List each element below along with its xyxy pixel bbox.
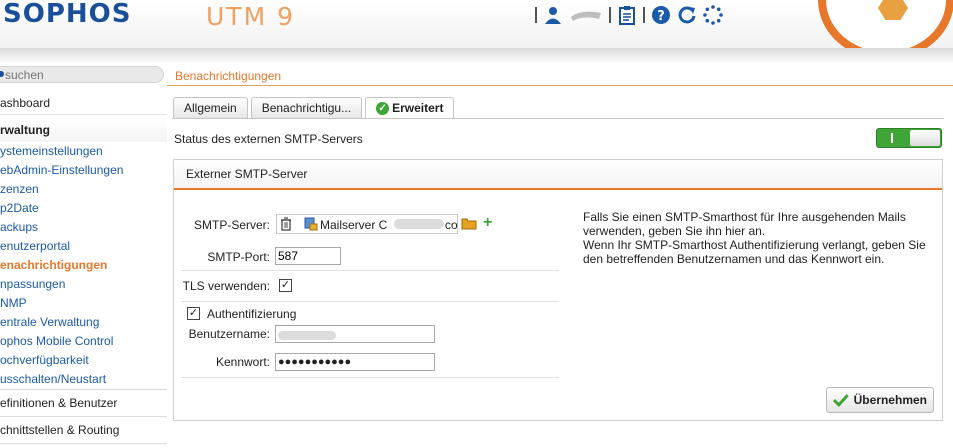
auth-checkbox[interactable]: ✓ <box>187 307 200 320</box>
trash-icon[interactable] <box>280 217 292 234</box>
sidebar-item-notifications[interactable]: enachrichtigungen <box>0 256 167 275</box>
password-label: Kennwort: <box>215 355 270 369</box>
form-divider <box>181 270 559 271</box>
help-text: Falls Sie einen SMTP-Smarthost für Ihre … <box>583 210 933 266</box>
redacted-host <box>394 219 444 229</box>
search-input[interactable] <box>5 68 145 82</box>
apply-button-label: Übernehmen <box>853 393 927 407</box>
app-header: SOPHOS UTM 9 ? <box>0 0 953 49</box>
tls-label: TLS verwenden: <box>182 279 270 293</box>
sophos-logo: SOPHOS <box>3 0 132 29</box>
header-shadow <box>0 48 953 62</box>
sidebar-item-licenses[interactable]: zenzen <box>0 180 167 199</box>
smtp-server-value: Mailserver C <box>320 218 388 232</box>
header-toolbar: ? <box>535 4 723 26</box>
smtp-server-suffix: co <box>445 218 458 232</box>
plus-icon[interactable]: + <box>483 215 492 231</box>
sidebar-item-user-portal[interactable]: enutzerportal <box>0 237 167 256</box>
help-line: verwenden, geben Sie ihn hier an. <box>583 224 766 238</box>
smtp-server-label: SMTP-Server: <box>193 218 270 232</box>
smtp-server-field[interactable]: Mailserver C co <box>276 214 458 234</box>
sidebar-item-up2date[interactable]: p2Date <box>0 199 167 218</box>
search-box <box>0 66 164 83</box>
form-divider <box>181 377 559 378</box>
host-icon <box>304 217 318 234</box>
reload-icon[interactable] <box>677 5 697 25</box>
sidebar-nav: ashboard rwaltung ystemeinstellungen ebA… <box>0 92 167 444</box>
sidebar-section-management[interactable]: rwaltung <box>0 118 167 142</box>
auth-label: Authentifizierung <box>207 307 297 321</box>
sidebar-item-mobile-control[interactable]: ophos Mobile Control <box>0 332 167 351</box>
toolbar-separator <box>535 7 537 23</box>
svg-text:?: ? <box>657 9 665 24</box>
toolbar-separator <box>643 7 645 23</box>
clipboard-icon[interactable] <box>617 5 637 25</box>
page-title: Benachrichtigungen <box>175 69 282 83</box>
username-label: Benutzername: <box>188 327 270 341</box>
tls-checkbox[interactable]: ✓ <box>279 279 292 292</box>
help-line: den betreffenden Benutzernamen und das K… <box>583 252 885 266</box>
password-value: ●●●●●●●●●●● <box>278 356 352 368</box>
sidebar-item-shutdown-restart[interactable]: usschalten/Neustart <box>0 370 167 389</box>
help-line: Wenn Ihr SMTP-Smarthost Authentifizierun… <box>583 238 926 252</box>
apply-button[interactable]: Übernehmen <box>826 387 934 413</box>
smtp-status-label: Status des externen SMTP-Servers <box>174 132 363 146</box>
sidebar-item-webadmin-settings[interactable]: ebAdmin-Einstellungen <box>0 161 167 180</box>
username-input[interactable] <box>275 325 435 343</box>
sidebar-section-interfaces[interactable]: chnittstellen & Routing <box>0 417 167 444</box>
redacted-username <box>278 330 336 340</box>
user-icon[interactable] <box>543 5 563 25</box>
panel-title: Externer SMTP-Server <box>174 160 942 190</box>
network-icon[interactable] <box>569 5 603 25</box>
smtp-port-label: SMTP-Port: <box>207 250 270 264</box>
tab-general[interactable]: Allgemein <box>173 97 248 118</box>
tabs-baseline <box>172 118 944 119</box>
form-divider <box>181 301 559 302</box>
sidebar-item-customizations[interactable]: npassungen <box>0 275 167 294</box>
tab-label: Allgemein <box>184 101 237 115</box>
toggle-knob <box>910 130 940 146</box>
checkmark-icon <box>833 394 849 407</box>
sidebar-item-high-availability[interactable]: ochverfügbarkeit <box>0 351 167 370</box>
tab-advanced[interactable]: ✓ Erweitert <box>365 97 455 119</box>
product-name: UTM 9 <box>206 2 295 31</box>
tab-bar: Allgemein Benachrichtigu... ✓ Erweitert <box>173 97 455 119</box>
smtp-port-input[interactable] <box>275 247 341 265</box>
help-icon[interactable]: ? <box>651 5 671 25</box>
sidebar-item-snmp[interactable]: NMP <box>0 294 167 313</box>
help-line: Falls Sie einen SMTP-Smarthost für Ihre … <box>583 210 906 224</box>
sidebar-item-system-settings[interactable]: ystemeinstellungen <box>0 142 167 161</box>
tab-label: Benachrichtigu... <box>261 101 352 115</box>
check-circle-icon: ✓ <box>376 102 390 116</box>
spinner-icon[interactable] <box>703 5 723 25</box>
tab-label: Erweitert <box>392 101 444 115</box>
toggle-on-indicator <box>891 133 893 143</box>
password-input[interactable]: ●●●●●●●●●●● <box>275 353 435 371</box>
sidebar-item-central-management[interactable]: entrale Verwaltung <box>0 313 167 332</box>
sidebar-item-dashboard[interactable]: ashboard <box>0 92 167 115</box>
search-icon <box>0 71 4 77</box>
smtp-status-toggle[interactable] <box>876 128 942 148</box>
toolbar-separator <box>609 7 611 23</box>
sidebar-section-definitions[interactable]: efinitionen & Benutzer <box>0 390 167 417</box>
tab-notifications[interactable]: Benachrichtigu... <box>250 97 363 118</box>
sidebar-item-backups[interactable]: ackups <box>0 218 167 237</box>
folder-icon[interactable] <box>461 216 477 233</box>
title-underline <box>167 85 953 86</box>
